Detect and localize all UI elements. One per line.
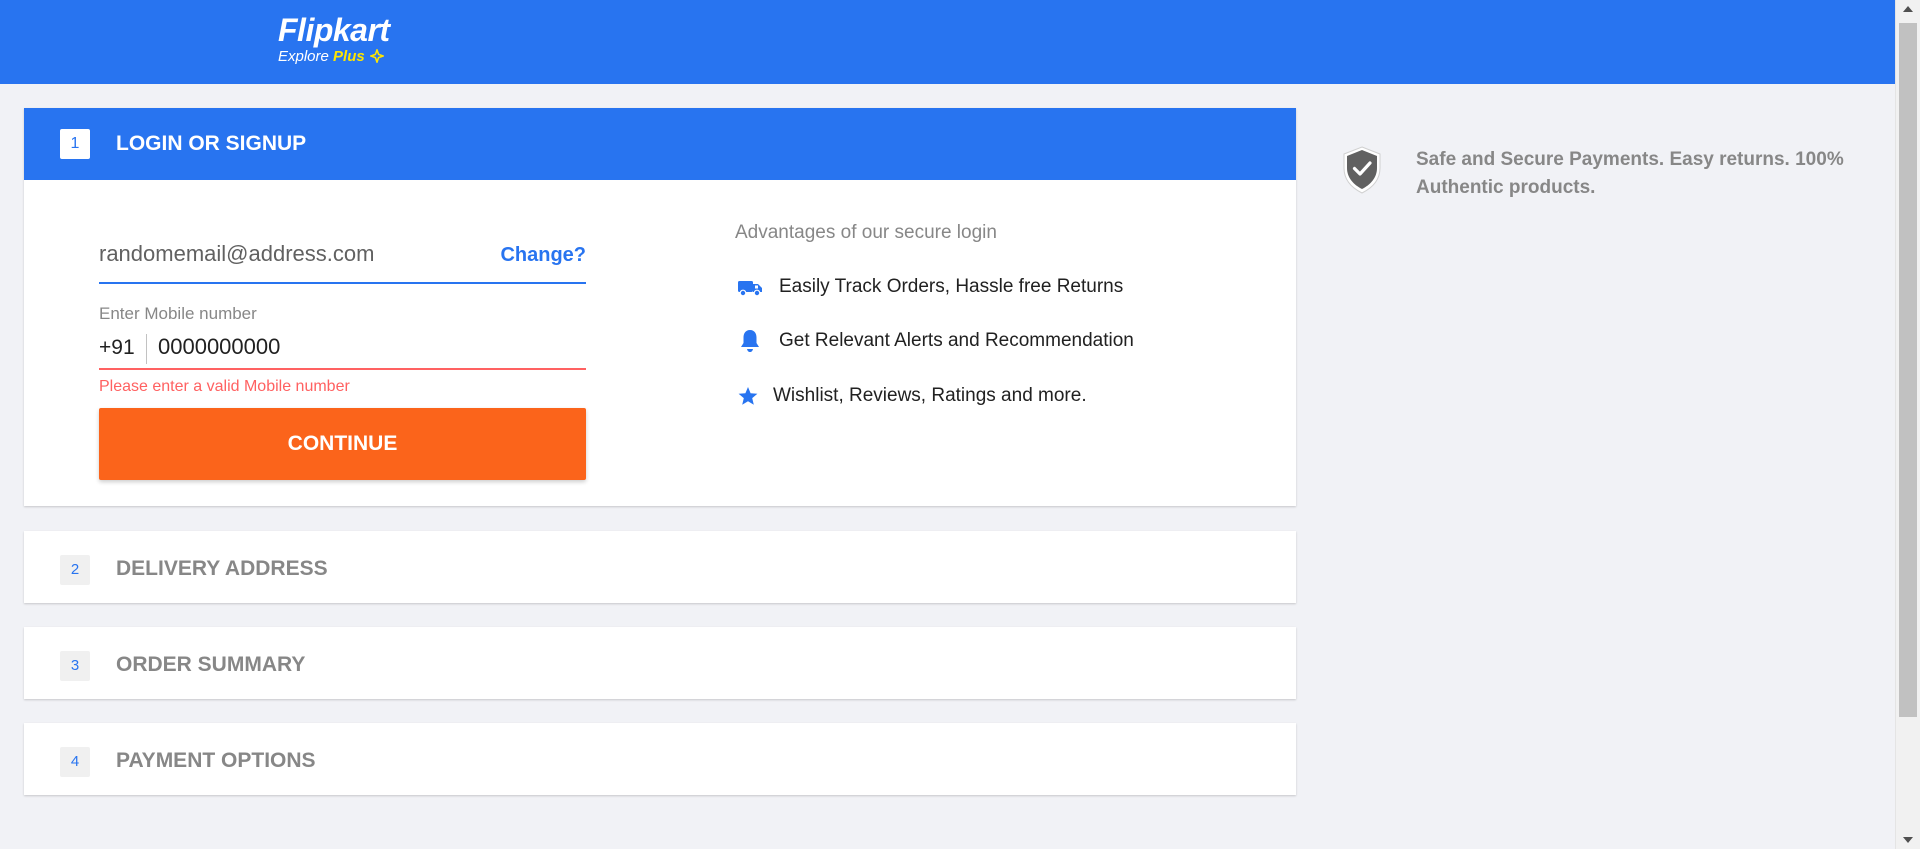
- delivery-address-title: DELIVERY ADDRESS: [116, 557, 328, 580]
- country-code-prefix: +91: [99, 336, 135, 359]
- email-field: randomemail@address.com Change?: [99, 232, 586, 284]
- logo-explore-text: Explore: [278, 48, 329, 65]
- mobile-number-field: +91: [99, 324, 586, 370]
- shield-check-icon: [1340, 144, 1384, 201]
- plus-sparkle-icon: [368, 47, 386, 67]
- email-value: randomemail@address.com: [99, 241, 375, 266]
- login-signup-section: 1 LOGIN OR SIGNUP randomemail@address.co…: [24, 108, 1296, 506]
- advantage-item-wishlist: Wishlist, Reviews, Ratings and more.: [733, 381, 1087, 411]
- logo-wordmark: Flipkart: [278, 12, 390, 48]
- star-icon: [733, 381, 763, 411]
- delivery-address-section[interactable]: 2 DELIVERY ADDRESS: [24, 531, 1296, 603]
- advantage-label: Easily Track Orders, Hassle free Returns: [779, 276, 1124, 297]
- prefix-divider: [146, 334, 147, 364]
- step-number-badge: 1: [60, 129, 90, 159]
- order-summary-section[interactable]: 3 ORDER SUMMARY: [24, 627, 1296, 699]
- step-number-badge: 3: [60, 651, 90, 681]
- change-email-link[interactable]: Change?: [500, 244, 586, 267]
- advantage-item-track-orders: Easily Track Orders, Hassle free Returns: [735, 272, 1123, 302]
- scroll-up-arrow-icon[interactable]: [1903, 6, 1913, 12]
- advantage-label: Wishlist, Reviews, Ratings and more.: [773, 385, 1087, 406]
- mobile-number-input[interactable]: [158, 330, 578, 364]
- page-scrollbar[interactable]: [1895, 0, 1920, 849]
- logo-tagline: Explore Plus: [278, 47, 390, 67]
- truck-icon: [735, 272, 765, 302]
- mobile-error-message: Please enter a valid Mobile number: [99, 378, 350, 395]
- advantages-title: Advantages of our secure login: [735, 222, 997, 243]
- advantage-label: Get Relevant Alerts and Recommendation: [779, 330, 1134, 351]
- scroll-down-arrow-icon[interactable]: [1903, 837, 1913, 843]
- secure-payments-text: Safe and Secure Payments. Easy returns. …: [1416, 149, 1844, 198]
- order-summary-title: ORDER SUMMARY: [116, 653, 306, 676]
- flipkart-logo[interactable]: Flipkart Explore Plus: [278, 13, 390, 67]
- continue-button[interactable]: CONTINUE: [99, 408, 586, 480]
- step-number-badge: 2: [60, 555, 90, 585]
- logo-plus-text: Plus: [333, 48, 365, 65]
- bell-icon: [735, 326, 765, 356]
- advantage-item-alerts: Get Relevant Alerts and Recommendation: [735, 326, 1134, 356]
- login-section-header: 1 LOGIN OR SIGNUP: [24, 108, 1296, 180]
- step-number-badge: 4: [60, 747, 90, 777]
- login-section-title: LOGIN OR SIGNUP: [116, 132, 307, 155]
- top-header: Flipkart Explore Plus: [0, 0, 1895, 84]
- scrollbar-thumb[interactable]: [1899, 23, 1917, 717]
- payment-options-title: PAYMENT OPTIONS: [116, 749, 316, 772]
- payment-options-section[interactable]: 4 PAYMENT OPTIONS: [24, 723, 1296, 795]
- mobile-number-label: Enter Mobile number: [99, 304, 257, 323]
